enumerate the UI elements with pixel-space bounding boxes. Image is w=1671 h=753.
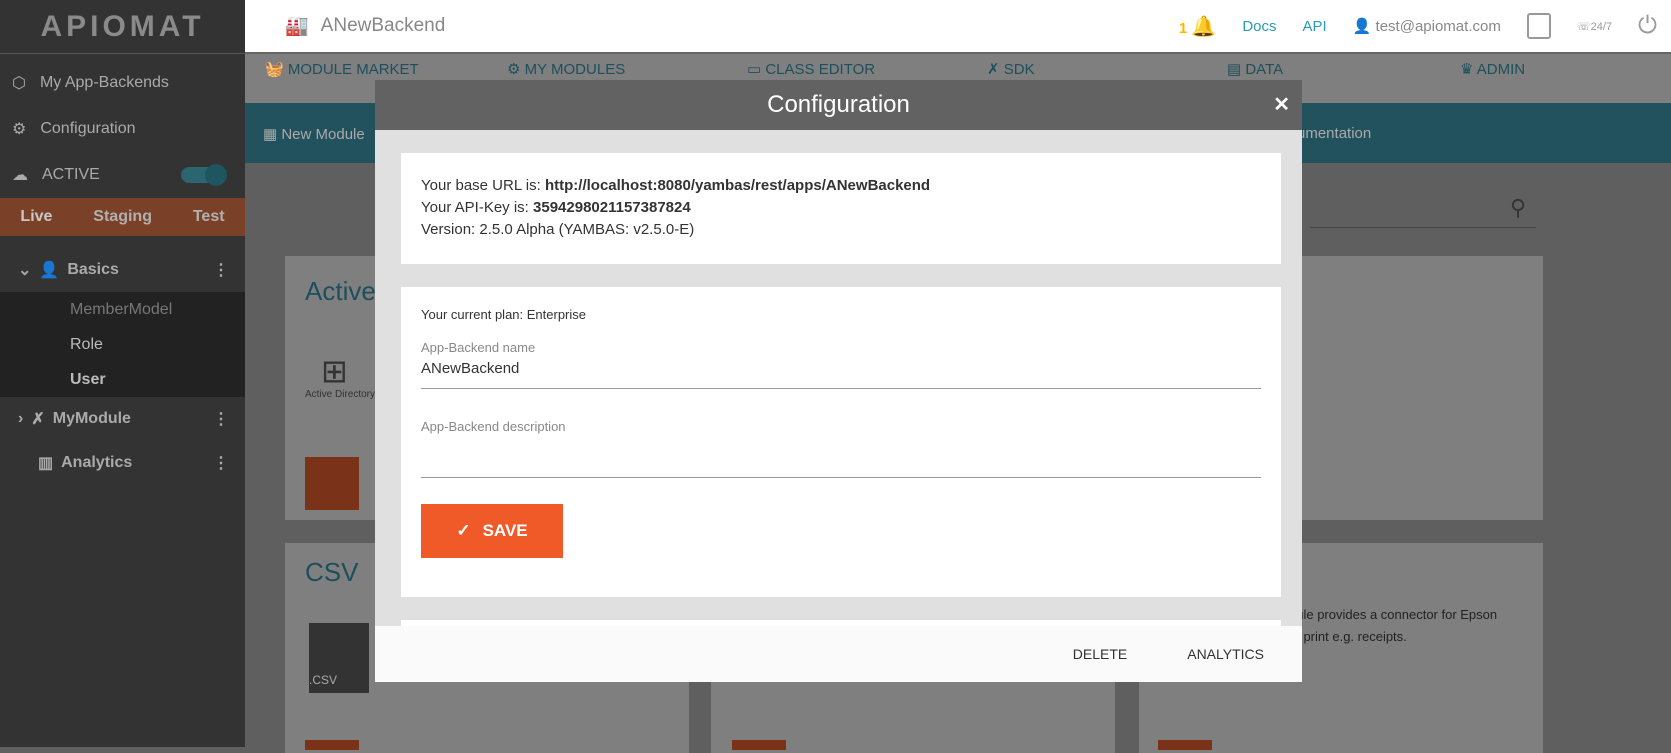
card-text: dule provides a connector for Epson — [1289, 607, 1498, 622]
sidebar-item-label: Configuration — [40, 120, 136, 137]
name-label: App-Backend name — [421, 340, 536, 355]
version: Version: 2.5.0 Alpha (YAMBAS: v2.5.0-E) — [421, 221, 695, 238]
tab-my-modules[interactable]: ⚙ MY MODULES — [507, 61, 625, 78]
backend-title: ANewBackend — [320, 15, 446, 36]
tools-icon: ✗ — [31, 411, 45, 428]
current-plan: Your current plan: Enterprise — [421, 307, 587, 322]
group-mymodule[interactable]: › ✗ MyModule ⋮ — [0, 397, 245, 441]
module-button[interactable] — [305, 740, 359, 750]
notifications[interactable]: 1 🔔 — [1179, 14, 1216, 39]
documentation-link[interactable]: umentation — [1297, 125, 1371, 142]
docs-link[interactable]: Docs — [1242, 18, 1276, 35]
gears-icon: ⚙ — [12, 121, 27, 138]
analytics-button[interactable]: ANALYTICS — [1187, 646, 1264, 662]
group-label: Basics — [67, 261, 119, 278]
sidebar-item-configuration[interactable]: ⚙ Configuration — [0, 106, 245, 152]
more-icon[interactable]: ⋮ — [213, 409, 229, 429]
import-button[interactable] — [305, 457, 359, 510]
modal-footer: DELETE ANALYTICS — [375, 626, 1302, 682]
modal-title: Configuration — [767, 91, 910, 118]
api-link[interactable]: API — [1303, 18, 1327, 35]
class-user[interactable]: User — [0, 362, 245, 397]
csv-icon: .CSV — [309, 623, 369, 693]
card-title: Activel — [305, 276, 382, 306]
group-basics[interactable]: ⌄ 👤 Basics ⋮ — [0, 248, 245, 292]
group-analytics[interactable]: ▥ Analytics ⋮ — [0, 441, 245, 485]
check-icon: ✓ — [456, 521, 471, 540]
more-icon[interactable]: ⋮ — [213, 453, 229, 473]
modal-header: Configuration ✕ — [375, 80, 1302, 130]
card-text: to print e.g. receipts. — [1289, 629, 1407, 644]
tab-module-market[interactable]: 🧺 MODULE MARKET — [265, 61, 419, 78]
delete-button[interactable]: DELETE — [1073, 646, 1127, 662]
backend-name-input[interactable]: ANewBackend — [421, 355, 1261, 389]
configuration-modal: Configuration ✕ Your base URL is: http://… — [375, 80, 1302, 682]
icon-label: Active Directory — [305, 389, 376, 400]
active-toggle[interactable] — [181, 164, 227, 186]
sidebar: APIOMAT ⬡ My App-Backends ⚙ Configuration … — [0, 0, 245, 747]
env-tabs: Live Staging Test — [0, 198, 245, 236]
card-title: CSV — [305, 557, 359, 587]
tab-test[interactable]: Test — [193, 208, 225, 226]
cloud-icon: ☁ — [12, 167, 28, 184]
class-role[interactable]: Role — [0, 327, 245, 362]
search-icon[interactable]: ⚲ — [1510, 195, 1526, 221]
module-button[interactable] — [732, 740, 786, 750]
chart-icon: ▥ — [38, 455, 54, 472]
base-url: http://localhost:8080/yambas/rest/apps/A… — [544, 177, 931, 194]
sidebar-item-active: ☁ ACTIVE — [0, 152, 245, 198]
user-icon: 👤 — [39, 262, 60, 279]
more-icon[interactable]: ⋮ — [213, 260, 229, 280]
cube-icon: ⬡ — [12, 75, 26, 92]
tab-class-editor[interactable]: ▭ CLASS EDITOR — [747, 61, 875, 78]
tab-data[interactable]: ▤ DATA — [1227, 61, 1283, 78]
close-icon[interactable]: ✕ — [1273, 80, 1290, 130]
group-label: Analytics — [61, 454, 133, 471]
save-button[interactable]: ✓ SAVE — [421, 504, 563, 558]
chevron-down-icon: ⌄ — [18, 262, 32, 279]
sidebar-item-label: ACTIVE — [42, 166, 100, 183]
search-underline — [1310, 227, 1536, 228]
api-key: 3594298021157387824 — [533, 199, 691, 216]
module-button[interactable] — [1158, 740, 1212, 750]
basics-classes: MemberModel Role User — [0, 292, 245, 397]
apiomat-logo: APIOMAT — [0, 0, 245, 54]
group-label: MyModule — [52, 410, 131, 427]
power-icon[interactable]: ⏻ — [1638, 12, 1657, 40]
chevron-right-icon: › — [18, 410, 24, 427]
tab-staging[interactable]: Staging — [93, 208, 152, 226]
tab-live[interactable]: Live — [20, 208, 52, 226]
description-label: App-Backend description — [421, 419, 566, 434]
windows-icon: ⊞ — [321, 353, 348, 389]
sidebar-item-my-app-backends[interactable]: ⬡ My App-Backends — [0, 60, 245, 106]
backend-info: Your base URL is: http://localhost:8080/… — [401, 153, 1281, 264]
backend-description-input[interactable] — [421, 434, 1261, 478]
user-menu[interactable]: 👤 test@apiomat.com — [1353, 17, 1501, 35]
sidebar-item-label: My App-Backends — [39, 74, 169, 91]
support-phone-icon[interactable]: ☏24/7 — [1577, 20, 1612, 33]
backend-form: Your current plan: Enterprise App-Backen… — [401, 287, 1281, 597]
tab-admin[interactable]: ♛ ADMIN — [1460, 61, 1525, 78]
tab-sdk[interactable]: ✗ SDK — [987, 61, 1035, 78]
api-key-row: Your API-Key is: 3594298021157387824 — [421, 199, 691, 216]
bell-icon: 🔔 — [1191, 15, 1217, 38]
top-header: 🏭 ANewBackend 1 🔔 Docs API 👤 test@apiomat… — [245, 0, 1671, 54]
class-membermodel[interactable]: MemberModel — [0, 292, 245, 327]
user-icon: 👤 — [1352, 18, 1372, 35]
base-url-row: Your base URL is: http://localhost:8080/… — [421, 177, 931, 194]
terminal-icon[interactable] — [1526, 13, 1551, 39]
new-module-link[interactable]: ▦ New Module — [263, 125, 365, 143]
factory-icon: 🏭 — [285, 16, 309, 37]
